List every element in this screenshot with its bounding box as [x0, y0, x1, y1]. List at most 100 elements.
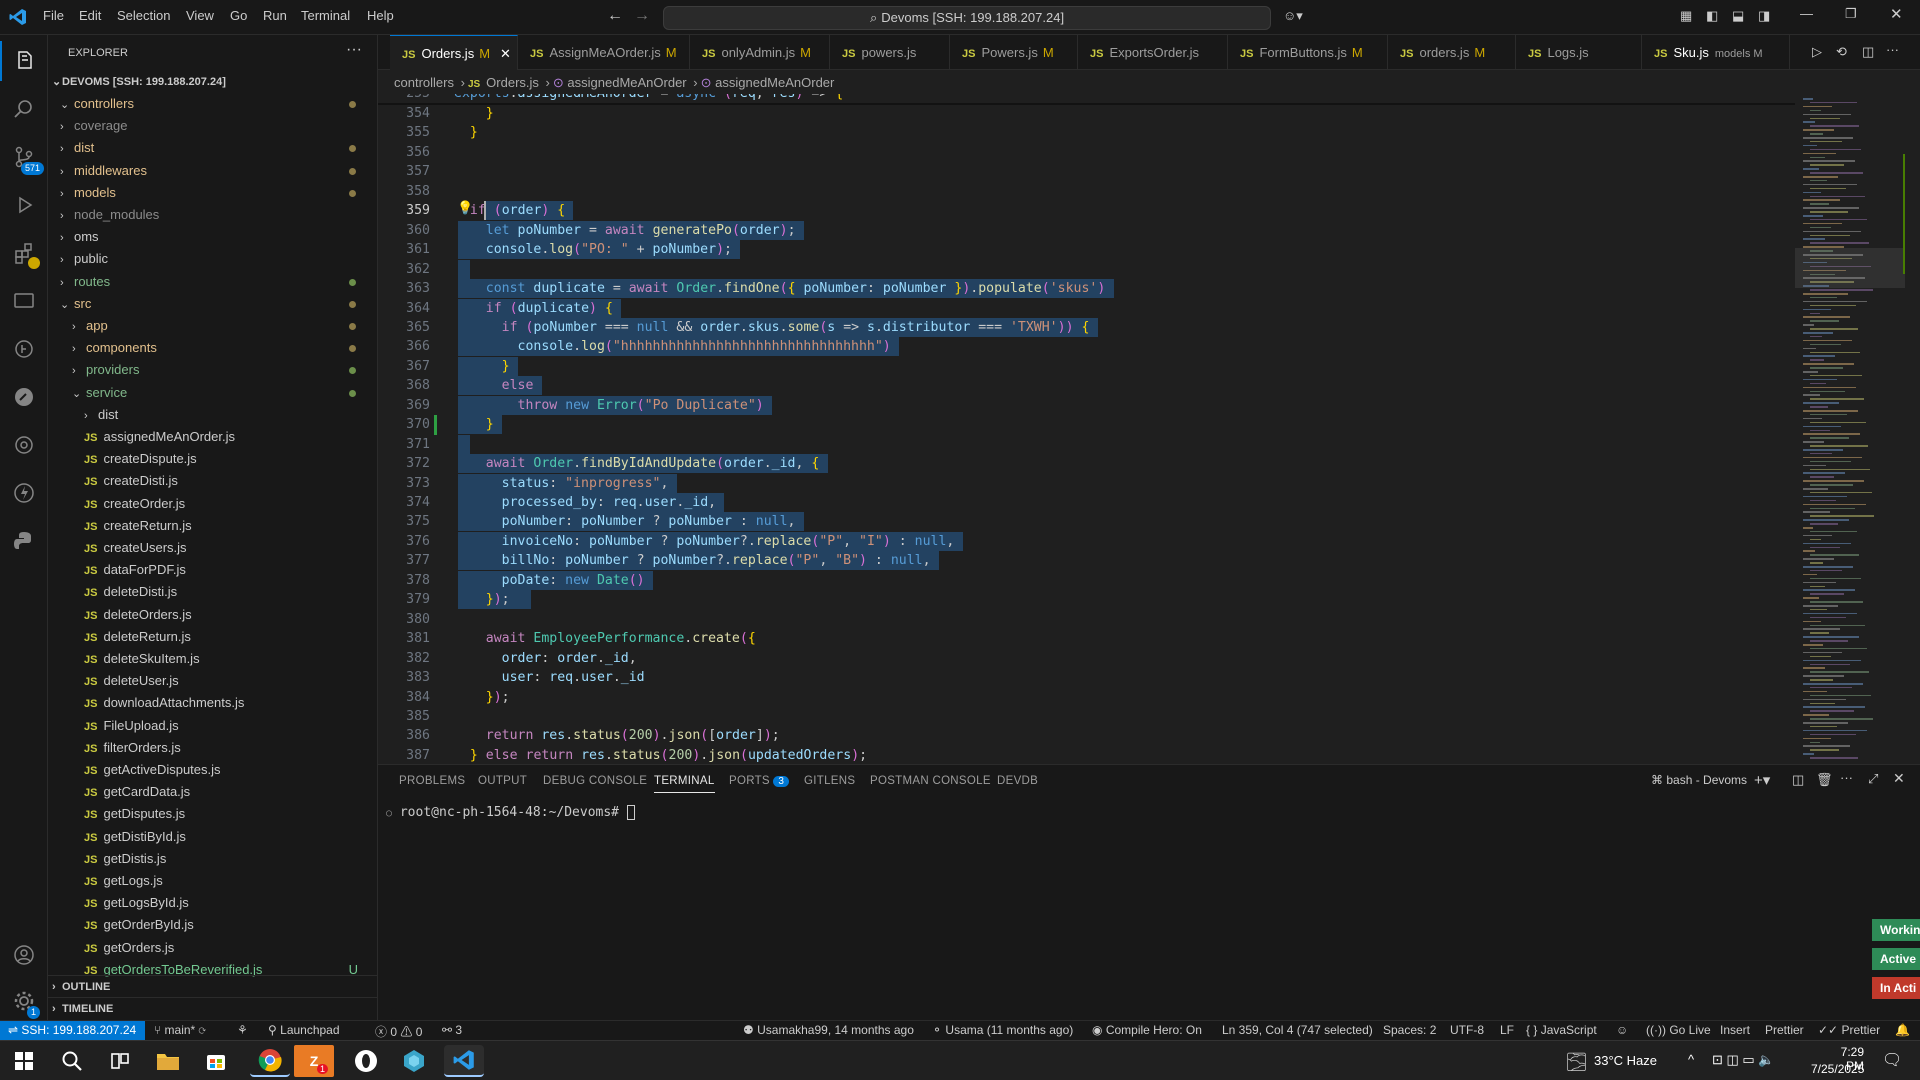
file-item[interactable]: JS getOrderById.js	[48, 914, 378, 936]
new-terminal-icon[interactable]: +▾	[1754, 771, 1770, 789]
minimize-icon[interactable]: —	[1800, 6, 1813, 21]
terminal-shell-selector[interactable]: ⌘ bash - Devoms	[1651, 773, 1747, 787]
tab-formbuttons-js[interactable]: JS FormButtons.js M	[1228, 35, 1388, 70]
lightbulb-icon[interactable]: 💡	[457, 201, 473, 216]
folder-item[interactable]: › public	[48, 248, 378, 270]
panel-tab-debug-console[interactable]: DEBUG CONSOLE	[543, 775, 647, 787]
code-line[interactable]: });	[454, 590, 510, 609]
postman-icon[interactable]	[0, 377, 48, 417]
right-tab-active[interactable]: Active	[1872, 948, 1920, 970]
account-icon[interactable]	[0, 935, 48, 975]
folder-item[interactable]: › models	[48, 182, 378, 204]
tray-icons[interactable]: ⊡ ◫ ▭ 🔈	[1712, 1052, 1774, 1068]
panel-tab-postman-console[interactable]: POSTMAN CONSOLE	[870, 775, 991, 787]
ports-indicator[interactable]: ⚯ 3	[442, 1023, 462, 1037]
remote-indicator[interactable]: ⇌ SSH: 199.188.207.24	[0, 1021, 145, 1040]
back-arrow-icon[interactable]: ←	[607, 7, 623, 25]
sticky-scroll-line[interactable]: exports.assignedMeAnOrder = async (req, …	[454, 94, 843, 103]
launchpad-indicator[interactable]: ⚲ Launchpad	[268, 1023, 340, 1037]
app-circle-icon[interactable]	[346, 1045, 386, 1077]
go-live-indicator[interactable]: ((·)) Go Live	[1646, 1023, 1711, 1037]
menu-terminal[interactable]: Terminal	[301, 8, 350, 23]
clock-date[interactable]: 7/25/2025	[1811, 1062, 1864, 1076]
workspace-root[interactable]: ⌄DEVOMS [SSH: 199.188.207.24]	[48, 71, 378, 93]
code-line[interactable]: console.log("hhhhhhhhhhhhhhhhhhhhhhhhhhh…	[454, 337, 891, 356]
code-line[interactable]: poNumber: poNumber ? poNumber : null,	[454, 512, 796, 531]
tab-sku-js[interactable]: JS Sku.js models M	[1642, 35, 1790, 70]
code-line[interactable]: throw new Error("Po Duplicate")	[454, 396, 764, 415]
timeline-section[interactable]: › TIMELINE	[48, 997, 378, 1019]
command-center-search[interactable]: ⌕ Devoms [SSH: 199.188.207.24]	[663, 6, 1271, 30]
panel-tab-ports[interactable]: PORTS 3	[729, 775, 790, 787]
folder-item[interactable]: › coverage	[48, 115, 378, 137]
file-item[interactable]: JS deleteSkuItem.js	[48, 648, 378, 670]
more-actions-icon[interactable]: ···	[346, 41, 362, 59]
maximize-panel-icon[interactable]: ⤢	[1868, 771, 1878, 787]
microsoft-store-icon[interactable]	[196, 1045, 236, 1077]
remote-explorer-icon[interactable]	[0, 281, 48, 321]
source-control-icon[interactable]: 571	[0, 137, 48, 177]
gitlens-status-icon[interactable]: ⚘	[237, 1023, 248, 1037]
run-file-icon[interactable]: ▷	[1812, 44, 1822, 60]
code-line[interactable]: await Order.findByIdAndUpdate(order._id,…	[454, 454, 820, 473]
file-item[interactable]: JS getOrders.js	[48, 937, 378, 959]
copilot-icon[interactable]: ☺▾	[1283, 8, 1303, 24]
tab-onlyadmin-js[interactable]: JS onlyAdmin.js M	[690, 35, 830, 70]
language-mode[interactable]: { } JavaScript	[1526, 1023, 1597, 1037]
end-of-line[interactable]: LF	[1500, 1023, 1514, 1037]
close-tab-icon[interactable]: ✕	[500, 46, 511, 61]
close-panel-icon[interactable]: ✕	[1893, 770, 1905, 787]
file-item[interactable]: JS createDisti.js	[48, 470, 378, 492]
toggle-panel-icon[interactable]: ⬓	[1732, 8, 1744, 24]
file-item[interactable]: JS dataForPDF.js	[48, 559, 378, 581]
python-icon[interactable]	[0, 521, 48, 561]
minimap[interactable]	[1795, 94, 1905, 764]
kill-terminal-icon[interactable]: 🗑	[1816, 772, 1833, 788]
outline-section[interactable]: › OUTLINE	[48, 975, 378, 997]
code-line[interactable]: }	[454, 357, 510, 376]
tab-powers-js[interactable]: JS powers.js	[830, 35, 950, 70]
file-item[interactable]: JS getLogs.js	[48, 870, 378, 892]
prettier-indicator[interactable]: Prettier	[1765, 1023, 1804, 1037]
code-line[interactable]: else	[454, 376, 534, 395]
editor-more-icon[interactable]: ···	[1886, 42, 1899, 57]
code-line[interactable]: }	[454, 415, 494, 434]
author-indicator[interactable]: ⚬ Usama (11 months ago)	[932, 1023, 1073, 1037]
gitlens-icon[interactable]	[0, 329, 48, 369]
settings-gear-icon[interactable]: 1	[0, 981, 48, 1021]
file-item[interactable]: JS deleteOrders.js	[48, 604, 378, 626]
split-terminal-icon[interactable]: ◫	[1792, 772, 1804, 788]
file-item[interactable]: JS assignedMeAnOrder.js	[48, 426, 378, 448]
task-view-icon[interactable]	[100, 1045, 140, 1077]
code-line[interactable]: }	[454, 123, 478, 142]
menu-selection[interactable]: Selection	[117, 8, 170, 23]
file-item[interactable]: JS getCardData.js	[48, 781, 378, 803]
branch-indicator[interactable]: ⑂ main* ⟳	[154, 1023, 206, 1037]
folder-item[interactable]: › dist	[48, 137, 378, 159]
code-line[interactable]: if (duplicate) {	[454, 299, 613, 318]
file-item[interactable]: JS createUsers.js	[48, 537, 378, 559]
cursor-position[interactable]: Ln 359, Col 4 (747 selected)	[1222, 1023, 1373, 1037]
menu-help[interactable]: Help	[367, 8, 394, 23]
thunder-client-icon[interactable]	[0, 473, 48, 513]
breadcrumb-symbol-2[interactable]: assignedMeAnOrder	[715, 75, 834, 90]
folder-item[interactable]: ⌄ service	[48, 382, 378, 404]
file-item[interactable]: JS FileUpload.js	[48, 715, 378, 737]
folder-item[interactable]: › middlewares	[48, 160, 378, 182]
panel-tab-output[interactable]: OUTPUT	[478, 775, 527, 787]
code-line[interactable]: user: req.user._id	[454, 668, 645, 687]
file-item[interactable]: JS downloadAttachments.js	[48, 692, 378, 714]
menu-view[interactable]: View	[186, 8, 214, 23]
restore-icon[interactable]: ❐	[1845, 6, 1857, 22]
file-item[interactable]: JS filterOrders.js	[48, 737, 378, 759]
folder-item[interactable]: › app	[48, 315, 378, 337]
panel-more-icon[interactable]: ···	[1840, 770, 1853, 785]
tab-logs-js[interactable]: JS Logs.js	[1516, 35, 1642, 70]
app-hexagon-icon[interactable]	[394, 1045, 434, 1077]
folder-item[interactable]: ⌄ controllers	[48, 93, 378, 115]
code-line[interactable]: status: "inprogress",	[454, 474, 669, 493]
folder-item[interactable]: › dist	[48, 404, 378, 426]
insert-mode[interactable]: Insert	[1720, 1023, 1750, 1037]
terminal-output[interactable]: ○ root@nc-ph-1564-48:~/Devoms#	[386, 805, 635, 820]
file-item[interactable]: JS deleteUser.js	[48, 670, 378, 692]
